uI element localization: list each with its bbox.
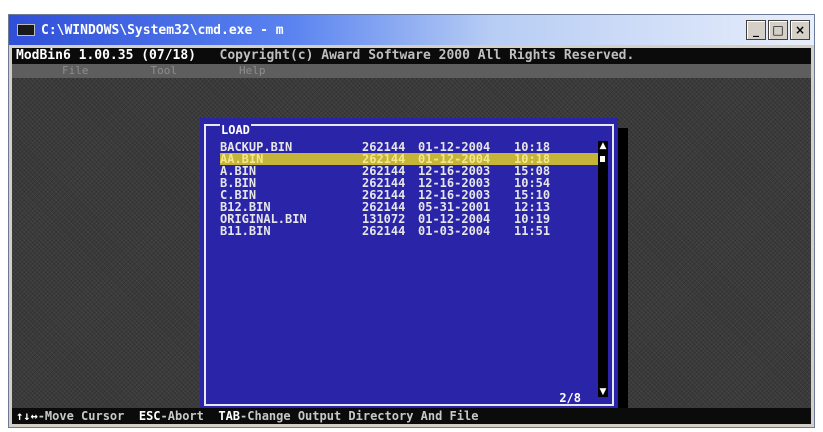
- load-dialog: LOAD BACKUP.BIN 262144 01-12-2004 10:18 AA.B…: [200, 118, 618, 410]
- scroll-down-arrow-icon[interactable]: ▼: [598, 387, 608, 397]
- app-header: ModBin6 1.00.35 (07/18) Copyright(c) Awa…: [12, 48, 811, 64]
- window-controls: _ □ ×: [746, 20, 810, 40]
- scroll-thumb[interactable]: [599, 155, 606, 163]
- status-bar: ↑↓↔-Move Cursor ESC-Abort TAB-Change Out…: [12, 408, 811, 424]
- console-area: ModBin6 1.00.35 (07/18) Copyright(c) Awa…: [12, 48, 811, 424]
- file-size: 262144: [362, 224, 406, 238]
- cmd-window: C:\WINDOWS\System32\cmd.exe - m _ □ × Mo…: [8, 14, 815, 428]
- status-key-arrows: ↑↓↔: [16, 409, 38, 423]
- app-name: ModBin6 1.00.35 (07/18): [16, 48, 197, 63]
- status-key-tab: TAB: [218, 409, 241, 423]
- menu-tool[interactable]: Tool: [107, 64, 196, 78]
- dialog-title: LOAD: [220, 123, 251, 137]
- title-bar[interactable]: C:\WINDOWS\System32\cmd.exe - m _ □ ×: [9, 15, 814, 45]
- minimize-button[interactable]: _: [746, 20, 766, 40]
- maximize-button[interactable]: □: [768, 20, 788, 40]
- scrollbar[interactable]: ▲ ▼: [598, 141, 608, 397]
- menu-file[interactable]: File: [12, 64, 107, 78]
- file-time: 11:51: [514, 224, 551, 238]
- scroll-up-arrow-icon[interactable]: ▲: [598, 141, 608, 151]
- file-row[interactable]: B11.BIN 262144 01-03-2004 11:51: [220, 225, 606, 237]
- close-button[interactable]: ×: [790, 20, 810, 40]
- menu-help[interactable]: Help: [195, 64, 284, 78]
- status-text-move: -Move Cursor: [37, 409, 125, 423]
- window-title: C:\WINDOWS\System32\cmd.exe - m: [41, 22, 284, 38]
- status-text-abort: -Abort: [160, 409, 204, 423]
- status-text-change: -Change Output Directory And File: [240, 409, 479, 423]
- console-icon: [17, 24, 35, 36]
- file-name: B11.BIN: [220, 224, 271, 238]
- copyright-text: Copyright(c) Award Software 2000 All Rig…: [219, 48, 635, 63]
- file-list: BACKUP.BIN 262144 01-12-2004 10:18 AA.BIN 262…: [220, 141, 606, 237]
- menu-bar: File Tool Help: [12, 64, 811, 78]
- file-date: 01-03-2004: [418, 224, 491, 238]
- status-key-esc: ESC: [138, 409, 161, 423]
- dialog-frame: LOAD BACKUP.BIN 262144 01-12-2004 10:18 AA.B…: [204, 124, 614, 406]
- page-indicator: 2/8: [558, 391, 582, 405]
